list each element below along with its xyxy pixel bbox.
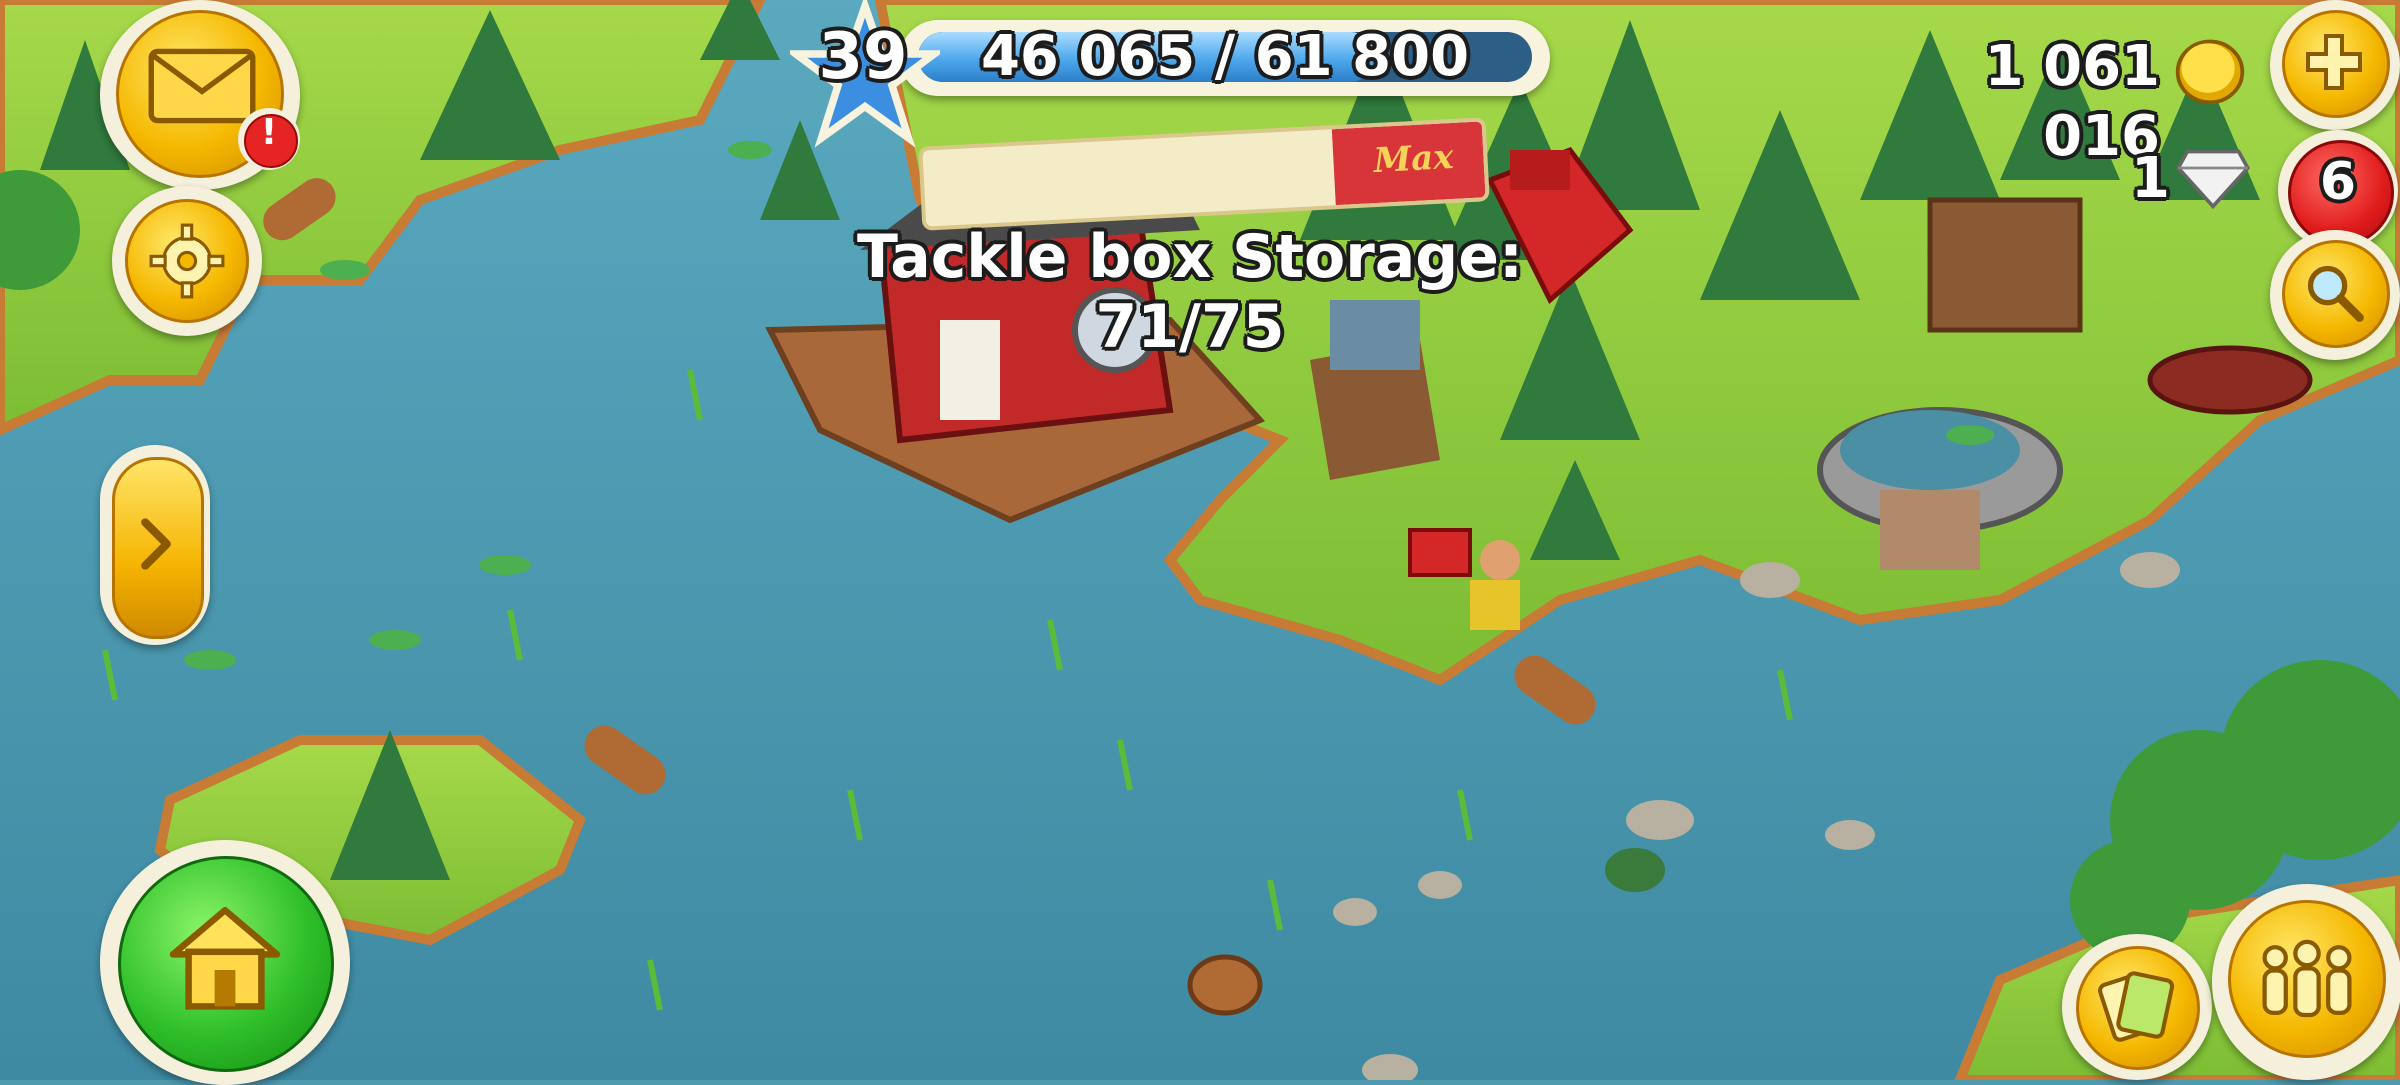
- rowboat: [2147, 345, 2313, 415]
- storage-title: Tackle box Storage: 71/75: [857, 222, 1523, 362]
- expand-panel-button[interactable]: [100, 445, 210, 645]
- magnifier-icon: [2307, 265, 2364, 322]
- diamonds-count: 1: [2131, 146, 2170, 211]
- storage-max-label: Max: [1372, 136, 1455, 182]
- drying-rack: [1927, 197, 2083, 333]
- storage-max-zone: Max: [1331, 121, 1486, 206]
- plus-icon: [2306, 34, 2362, 90]
- home-button[interactable]: [100, 840, 350, 1085]
- experience-bar[interactable]: 46 065 / 61 800: [900, 20, 1550, 96]
- floating-barrel: [1187, 954, 1263, 1016]
- friends-button[interactable]: [2212, 884, 2400, 1080]
- cards-icon: [2098, 971, 2175, 1042]
- diamonds-badge-count: 6: [2319, 152, 2357, 212]
- mail-alert-text: !: [260, 112, 278, 153]
- friends-icon: [2262, 939, 2352, 1018]
- cards-button[interactable]: [2062, 934, 2212, 1080]
- settings-button[interactable]: [112, 186, 262, 336]
- mail-alert-badge: !: [238, 108, 300, 170]
- player-level: 39: [818, 20, 908, 94]
- turtle: [1605, 848, 1665, 892]
- coin-icon: [2175, 39, 2245, 105]
- coins-count: 1 061 016: [1984, 34, 2160, 169]
- diamond-icon: [2176, 149, 2250, 210]
- gear-icon: [149, 223, 225, 299]
- search-button[interactable]: [2270, 230, 2400, 360]
- experience-text: 46 065 / 61 800: [980, 24, 1470, 89]
- small-tackle-box: [1408, 528, 1472, 577]
- add-coins-button[interactable]: [2270, 0, 2400, 130]
- chevron-right-icon: [141, 518, 171, 570]
- house-icon: [169, 906, 281, 1010]
